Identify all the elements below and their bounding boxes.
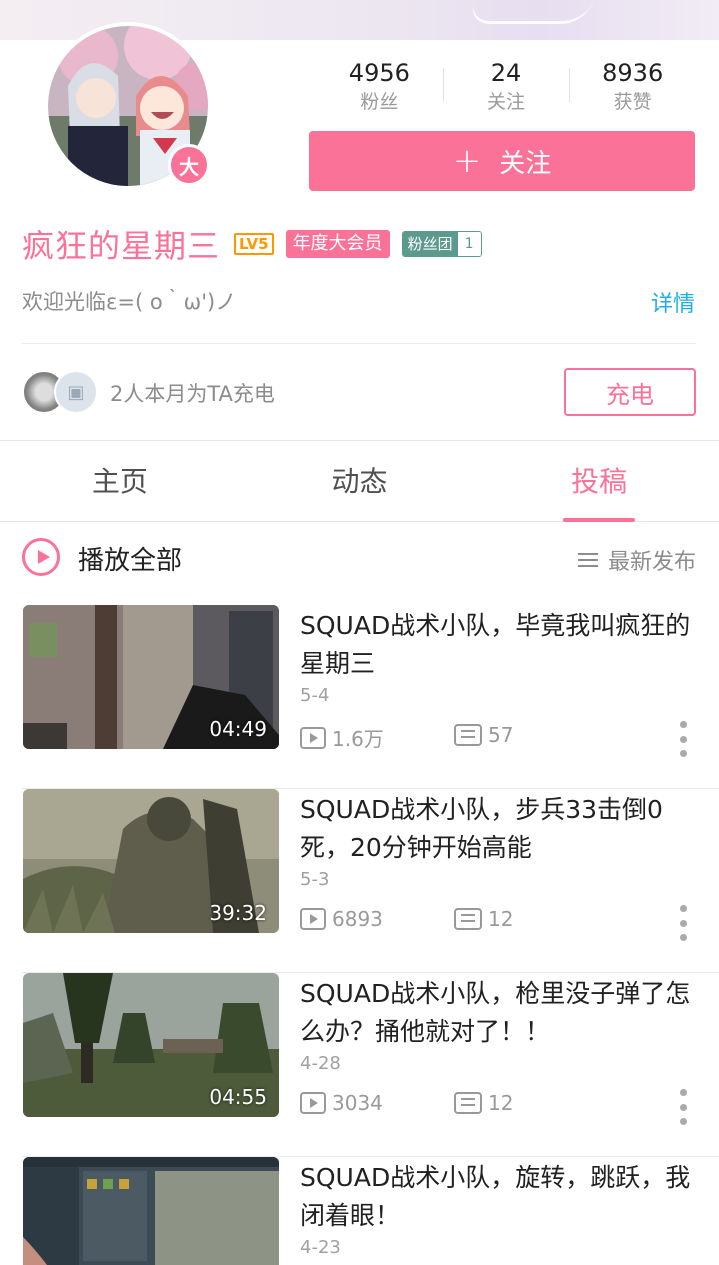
menu-icon [577,553,598,567]
play-count-value: 3034 [332,1091,383,1115]
likes-label: 获赞 [613,91,652,113]
sort-button[interactable]: 最新发布 [577,544,696,576]
comment-count-value: 12 [488,907,514,931]
charge-row: ▣ 2人本月为TA充电 充电 [22,366,696,418]
video-date: 5-4 [300,685,330,706]
tab-dynamic[interactable]: 动态 [240,441,480,521]
video-thumbnail[interactable]: 04:49 [23,605,279,749]
level-badge: LV5 [234,233,274,255]
play-count: 1.6万 [300,723,384,752]
play-circle-icon[interactable] [22,538,60,576]
fan-club-tag[interactable]: 粉丝团 1 [401,231,482,257]
tab-home[interactable]: 主页 [0,441,240,521]
video-duration: 04:55 [209,1085,267,1109]
stat-following[interactable]: 24 关注 [442,58,570,118]
play-count: 6893 [300,907,383,931]
comment-count: 57 [454,723,513,747]
video-date: 4-28 [300,1053,341,1074]
play-all-button[interactable]: 播放全部 [78,540,182,577]
charge-text: 2人本月为TA充电 [110,382,275,406]
stats-bar: 4956 粉丝 24 关注 8936 获赞 [316,58,696,118]
video-duration: 39:32 [209,901,267,925]
play-count-icon [300,1092,326,1114]
comment-count-value: 12 [488,1091,514,1115]
tab-bar: 主页 动态 投稿 [0,441,719,522]
more-options-icon[interactable] [676,1089,690,1125]
vip-badge: 大 [168,144,210,186]
stat-followers[interactable]: 4956 粉丝 [316,58,443,118]
charge-avatars[interactable]: ▣ [22,370,102,414]
fan-club-label: 粉丝团 [402,232,458,256]
video-thumbnail[interactable] [23,1157,279,1265]
comment-count-value: 57 [488,723,514,747]
video-date: 4-23 [300,1237,341,1258]
tab-uploads[interactable]: 投稿 [479,441,719,522]
comment-count: 12 [454,907,513,931]
video-title[interactable]: SQUAD战术小队，枪里没子弹了怎么办？捅他就对了！！ [300,975,700,1051]
plus-icon: + [452,141,482,181]
vip-tag[interactable]: 年度大会员 [285,230,390,258]
video-title[interactable]: SQUAD战术小队，旋转，跳跃，我闭着眼！ [300,1159,700,1235]
video-item[interactable]: 04:49 SQUAD战术小队，毕竟我叫疯狂的星期三 5-4 1.6万 57 [0,605,719,789]
video-thumbnail[interactable]: 39:32 [23,789,279,933]
charge-button[interactable]: 充电 [564,368,696,416]
video-title[interactable]: SQUAD战术小队，步兵33击倒0死，20分钟开始高能 [300,791,700,867]
following-label: 关注 [487,91,526,113]
video-item[interactable]: SQUAD战术小队，旋转，跳跃，我闭着眼！ 4-23 [0,1157,719,1265]
following-count: 24 [490,59,522,87]
play-count-icon [300,726,326,749]
play-count-value: 1.6万 [332,727,384,751]
banner-decoration [465,0,595,24]
video-item[interactable]: 04:55 SQUAD战术小队，枪里没子弹了怎么办？捅他就对了！！ 4-28 3… [0,973,719,1157]
comment-icon [454,1092,482,1114]
video-title[interactable]: SQUAD战术小队，毕竟我叫疯狂的星期三 [300,607,700,683]
divider [22,343,696,344]
comment-icon [454,908,482,930]
video-duration: 04:49 [209,717,267,741]
user-signature: 欢迎光临ε=( o｀ω')ノ [22,290,237,314]
tv-icon: ▣ [54,370,98,414]
followers-label: 粉丝 [360,91,399,113]
follow-button[interactable]: + 关注 [309,131,695,191]
likes-count: 8936 [602,59,664,87]
more-options-icon[interactable] [676,721,690,757]
list-header: 播放全部 最新发布 [22,534,696,582]
username: 疯狂的星期三 [22,227,221,265]
followers-count: 4956 [348,59,410,87]
comment-count: 12 [454,1091,513,1115]
detail-link[interactable]: 详情 [651,286,695,318]
sort-label: 最新发布 [607,550,696,575]
play-count: 3034 [300,1091,383,1115]
video-date: 5-3 [300,869,330,890]
follow-label: 关注 [499,148,552,179]
video-item[interactable]: 39:32 SQUAD战术小队，步兵33击倒0死，20分钟开始高能 5-3 68… [0,789,719,973]
name-row: 疯狂的星期三 LV5 年度大会员 粉丝团 1 [22,222,482,266]
play-count-icon [300,908,326,930]
play-count-value: 6893 [332,907,383,931]
more-options-icon[interactable] [676,905,690,941]
video-thumbnail[interactable]: 04:55 [23,973,279,1117]
stat-likes[interactable]: 8936 获赞 [569,58,696,118]
fan-club-level: 1 [457,232,481,256]
comment-icon [454,724,482,746]
